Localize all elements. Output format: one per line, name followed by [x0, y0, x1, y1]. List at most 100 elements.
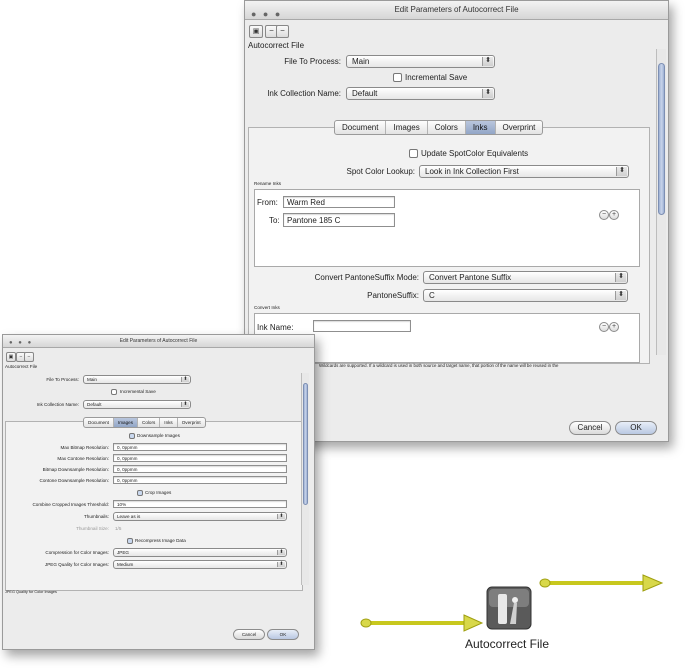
ink-collection-popup[interactable]: Default ⬍: [83, 400, 191, 409]
bitmap-downsample-field[interactable]: 0, 0ppmm: [113, 465, 287, 473]
tab-document[interactable]: Document: [335, 121, 387, 134]
pantone-suffix-popup[interactable]: C ⬍: [423, 289, 628, 302]
to-value: Pantone 185 C: [287, 216, 341, 225]
jpeg-quality-value: Medium: [117, 562, 134, 567]
crop-images-checkbox[interactable]: [137, 490, 143, 496]
max-contone-field[interactable]: 0, 0ppmm: [113, 454, 287, 462]
rename-inks-group: From: Warm Red To: Pantone 185 C − +: [254, 189, 640, 267]
tab-colors[interactable]: Colors: [428, 121, 466, 134]
tab-images[interactable]: Images: [386, 121, 428, 134]
max-bitmap-field[interactable]: 0, 0ppmm: [113, 443, 287, 451]
tab-colors[interactable]: Colors: [138, 418, 161, 427]
convert-mode-label: Convert PantoneSuffix Mode:: [314, 273, 419, 282]
bitmap-downsample-label: Bitmap Downsample Resolution:: [42, 467, 109, 472]
workflow-node-label: Autocorrect File: [464, 637, 550, 651]
ok-button[interactable]: OK: [267, 629, 299, 640]
compression-popup[interactable]: JPEG ⬍: [113, 548, 287, 557]
file-to-process-value: Main: [352, 57, 370, 66]
recompress-checkbox[interactable]: [127, 538, 133, 544]
ink-collection-popup[interactable]: Default ⬍: [346, 87, 495, 100]
plus-icon[interactable]: −: [276, 25, 289, 38]
popup-arrow-icon: ⬍: [181, 377, 189, 382]
remove-row-icon[interactable]: −: [599, 322, 609, 332]
tab-document[interactable]: Document: [84, 418, 114, 427]
remove-row-icon[interactable]: −: [599, 210, 609, 220]
help-text: Wildcards are supported. If a wildcard i…: [319, 363, 559, 368]
popup-arrow-icon: ⬍: [277, 562, 285, 567]
section-title: Autocorrect File: [5, 364, 38, 369]
tab-images[interactable]: Images: [113, 418, 139, 427]
convert-mode-value: Convert Pantone Suffix: [429, 273, 512, 282]
popup-arrow-icon: ⬍: [482, 89, 493, 98]
incremental-save-label: Incremental Save: [120, 389, 156, 394]
cancel-button[interactable]: Cancel: [569, 421, 611, 435]
add-row-icon[interactable]: +: [609, 322, 619, 332]
plus-icon[interactable]: −: [24, 352, 34, 362]
tab-bar: Document Images Colors Inks Overprint: [334, 120, 544, 135]
from-field[interactable]: Warm Red: [283, 196, 395, 208]
window-traffic-lights-icon[interactable]: ● ● ●: [9, 337, 33, 349]
vertical-scrollbar[interactable]: [301, 373, 309, 585]
tab-inks[interactable]: Inks: [160, 418, 178, 427]
spot-lookup-value: Look in Ink Collection First: [425, 167, 519, 176]
tab-inks[interactable]: Inks: [465, 121, 496, 134]
contone-downsample-field[interactable]: 0, 0ppmm: [113, 476, 287, 484]
autocorrect-tool-icon[interactable]: [486, 586, 532, 630]
spot-lookup-label: Spot Color Lookup:: [346, 167, 416, 176]
cancel-button[interactable]: Cancel: [233, 629, 265, 640]
thumbnails-value: Leave as is: [117, 514, 141, 519]
incremental-save-label: Incremental Save: [405, 73, 468, 82]
file-to-process-popup[interactable]: Main ⬍: [83, 375, 191, 384]
ok-button[interactable]: OK: [615, 421, 657, 435]
jpeg-quality-popup[interactable]: Medium ⬍: [113, 560, 287, 569]
spot-lookup-popup[interactable]: Look in Ink Collection First ⬍: [419, 165, 629, 178]
thumbnails-popup[interactable]: Leave as is ⬍: [113, 512, 287, 521]
window-traffic-lights-icon[interactable]: ● ● ●: [251, 5, 282, 23]
to-field[interactable]: Pantone 185 C: [283, 213, 395, 227]
incremental-save-checkbox[interactable]: [393, 73, 402, 82]
popup-arrow-icon: ⬍: [181, 402, 189, 407]
incremental-save-checkbox[interactable]: [111, 389, 117, 395]
downsample-checkbox[interactable]: [129, 433, 135, 439]
ink-name-field[interactable]: [313, 320, 411, 332]
from-label: From:: [257, 198, 278, 207]
document-icon[interactable]: ▣: [6, 352, 16, 362]
compression-label: Compression for Color Images:: [45, 550, 109, 555]
tab-overprint[interactable]: Overprint: [496, 121, 543, 134]
popup-arrow-icon: ⬍: [615, 273, 626, 282]
bitmap-downsample-value: 0, 0ppmm: [117, 467, 138, 472]
window-titlebar: ● ● ● Edit Parameters of Autocorrect Fil…: [245, 1, 668, 20]
popup-arrow-icon: ⬍: [277, 514, 285, 519]
popup-arrow-icon: ⬍: [277, 550, 285, 555]
from-value: Warm Red: [287, 198, 325, 207]
add-row-icon[interactable]: +: [609, 210, 619, 220]
combine-threshold-value: 10%: [117, 502, 127, 507]
pantone-suffix-value: C: [429, 291, 435, 300]
incoming-connector-arrow: [360, 614, 484, 632]
pantone-suffix-label: PantoneSuffix:: [367, 291, 419, 300]
scrollbar-thumb[interactable]: [303, 383, 308, 505]
max-bitmap-value: 0, 0ppmm: [117, 445, 138, 450]
ink-collection-label: Ink Collection Name:: [36, 402, 79, 407]
combine-threshold-field[interactable]: 10%: [113, 500, 287, 508]
convert-mode-popup[interactable]: Convert Pantone Suffix ⬍: [423, 271, 628, 284]
ink-collection-label: Ink Collection Name:: [267, 89, 341, 98]
convert-inks-group-label: Convert Inks: [254, 305, 280, 310]
max-contone-label: Max Contone Resolution:: [57, 456, 109, 461]
scrollbar-thumb[interactable]: [658, 63, 665, 215]
file-to-process-label: File To Process:: [46, 377, 79, 382]
contone-downsample-value: 0, 0ppmm: [117, 478, 138, 483]
vertical-scrollbar[interactable]: [656, 49, 666, 355]
tab-overprint[interactable]: Overprint: [178, 418, 205, 427]
document-icon[interactable]: ▣: [249, 25, 263, 38]
window-title: Edit Parameters of Autocorrect File: [394, 5, 519, 14]
file-to-process-popup[interactable]: Main ⬍: [346, 55, 495, 68]
status-text: JPEG Quality for Color Images: [5, 590, 57, 594]
compression-value: JPEG: [117, 550, 129, 555]
max-contone-value: 0, 0ppmm: [117, 456, 138, 461]
downsample-label: Downsample Images: [137, 433, 180, 438]
update-spotcolor-checkbox[interactable]: [409, 149, 418, 158]
recompress-label: Recompress Image Data: [135, 538, 186, 543]
contone-downsample-label: Contone Downsample Resolution:: [39, 478, 109, 483]
ink-collection-value: Default: [352, 89, 378, 98]
